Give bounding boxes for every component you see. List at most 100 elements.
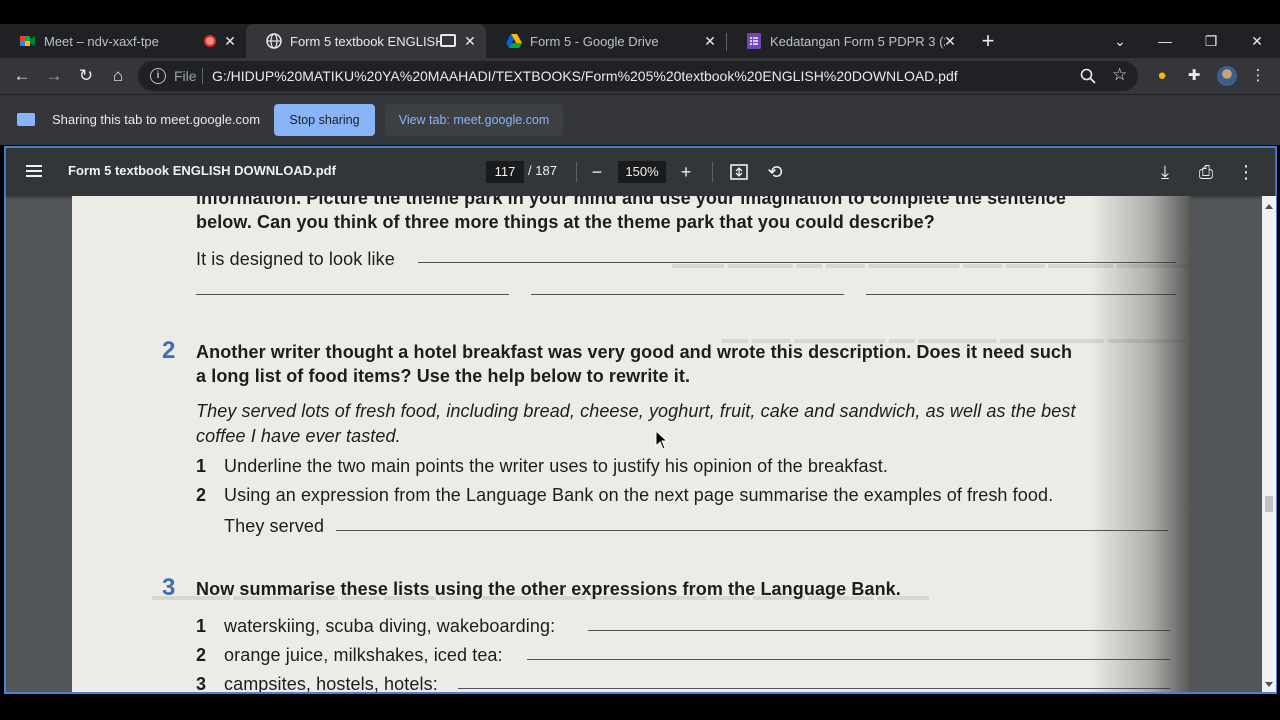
question-number: 2 (162, 337, 176, 364)
instruction-text: Underline the two main points the writer… (224, 456, 888, 476)
item-number: 2 (196, 645, 207, 665)
pdf-scrollbar[interactable] (1262, 196, 1276, 692)
extensions-puzzle-icon[interactable]: ✚ (1182, 64, 1206, 88)
home-icon[interactable]: ⌂ (106, 64, 130, 88)
reload-icon[interactable]: ↻ (74, 64, 98, 88)
tab-sharing-icon (440, 34, 456, 47)
tab-title: Form 5 textbook ENGLISH D (290, 33, 440, 49)
google-forms-icon (746, 33, 762, 49)
divider (202, 68, 203, 84)
info-icon[interactable]: i (150, 68, 166, 84)
url-text[interactable]: G:/HIDUP%20MATIKU%20YA%20MAAHADI/TEXTBOO… (212, 68, 958, 84)
question-heading: Another writer thought a hotel breakfast… (196, 342, 1073, 362)
item-number: 2 (196, 485, 207, 505)
tab-pdf[interactable]: Form 5 textbook ENGLISH D ✕ (246, 24, 486, 58)
tab-search-chevron-down-icon[interactable]: ⌄ (1100, 24, 1140, 58)
tab-drive[interactable]: Form 5 - Google Drive ✕ (486, 24, 726, 58)
item-number: 1 (196, 616, 207, 636)
tab-title: Form 5 - Google Drive (530, 33, 659, 49)
close-tab-icon[interactable]: ✕ (222, 33, 238, 49)
fit-to-page-icon[interactable] (727, 160, 751, 184)
page-count: 187 (535, 163, 557, 178)
google-meet-icon (20, 33, 36, 49)
view-tab-button[interactable]: View tab: meet.google.com (385, 104, 563, 136)
restore-icon[interactable]: ❐ (1191, 24, 1231, 58)
document-title: Form 5 textbook ENGLISH DOWNLOAD.pdf (68, 163, 336, 178)
browser-toolbar: ← → ↻ ⌂ i File G:/HIDUP%20MATIKU%20YA%20… (0, 58, 1280, 94)
google-drive-icon (506, 33, 522, 49)
tab-meet[interactable]: Meet – ndv-xaxf-tpe ✕ (0, 24, 246, 58)
list-item-text: orange juice, milkshakes, iced tea: (224, 645, 503, 665)
recording-indicator-icon (204, 35, 216, 47)
close-tab-icon[interactable]: ✕ (462, 33, 478, 49)
screen-share-icon (17, 113, 35, 126)
letterbox-bottom (0, 694, 1280, 720)
back-arrow-icon[interactable]: ← (10, 64, 34, 88)
download-icon[interactable]: ⤓ (1153, 160, 1177, 184)
new-tab-icon[interactable]: + (978, 29, 998, 53)
question-number: 3 (162, 574, 176, 601)
page-number-input[interactable]: 117 (486, 161, 524, 183)
tab-forms[interactable]: Kedatangan Form 5 PDPR 3 (24 O ✕ (726, 24, 966, 58)
divider (576, 162, 577, 182)
hamburger-menu-icon[interactable] (26, 162, 42, 182)
letterbox-top (0, 0, 1280, 24)
item-number: 3 (196, 674, 207, 692)
quoted-description: They served lots of fresh food, includin… (196, 401, 1076, 421)
page-text: information. Picture the theme park in y… (196, 196, 1066, 208)
answer-line (196, 294, 509, 295)
rotate-counterclockwise-icon[interactable]: ⟲ (763, 160, 787, 184)
scheme-label: File (174, 68, 197, 84)
profile-avatar[interactable] (1217, 66, 1237, 86)
question-heading: a long list of food items? Use the help … (196, 366, 691, 386)
zoom-magnifier-icon[interactable] (1080, 65, 1096, 89)
page-separator: / (528, 163, 532, 178)
quoted-description: coffee I have ever tasted. (196, 426, 401, 446)
scrollbar-thumb[interactable] (1265, 496, 1273, 512)
answer-line (588, 630, 1170, 631)
tab-title: Kedatangan Form 5 PDPR 3 (24 O (770, 33, 945, 49)
zoom-in-icon[interactable]: + (674, 160, 698, 184)
zoom-out-icon[interactable]: − (585, 160, 609, 184)
divider (712, 162, 713, 182)
close-window-icon[interactable]: ✕ (1237, 24, 1277, 58)
close-tab-icon[interactable]: ✕ (702, 33, 718, 49)
bookmark-star-icon[interactable]: ☆ (1112, 65, 1127, 85)
browser-menu-icon[interactable]: ⋮ (1246, 64, 1270, 88)
sharing-infobar: Sharing this tab to meet.google.com Stop… (0, 94, 1280, 145)
answer-line (418, 262, 1176, 263)
answer-line (336, 530, 1168, 531)
pdf-page: ▬▬▬▬ ▬▬▬▬▬ ▬▬ ▬▬▬ ▬▬▬▬▬▬▬ ▬▬▬ ▬▬▬ ▬▬▬▬▬ … (72, 196, 1190, 692)
page-text: below. Can you think of three more thing… (196, 212, 935, 232)
screen: Meet – ndv-xaxf-tpe ✕ Form 5 textbook EN… (0, 0, 1280, 720)
answer-line (531, 294, 844, 295)
minimize-icon[interactable]: — (1145, 24, 1185, 58)
answer-line (527, 659, 1170, 660)
extension-bulb-icon[interactable]: ● (1150, 64, 1174, 88)
print-icon[interactable]: ⎙ (1194, 160, 1218, 184)
scroll-down-arrow-icon[interactable] (1265, 682, 1273, 687)
scroll-up-arrow-icon[interactable] (1265, 204, 1273, 209)
item-number: 1 (196, 456, 207, 476)
sharing-message: Sharing this tab to meet.google.com (52, 112, 261, 127)
answer-prompt: They served (224, 516, 325, 536)
tab-strip: Meet – ndv-xaxf-tpe ✕ Form 5 textbook EN… (0, 24, 1280, 58)
globe-icon (266, 33, 282, 49)
list-item-text: campsites, hostels, hotels: (224, 674, 438, 692)
zoom-level-input[interactable]: 150% (618, 161, 666, 183)
close-tab-icon[interactable]: ✕ (942, 33, 958, 49)
address-bar[interactable]: i File G:/HIDUP%20MATIKU%20YA%20MAAHADI/… (138, 61, 1138, 91)
pdf-toolbar: Form 5 textbook ENGLISH DOWNLOAD.pdf 117… (6, 148, 1275, 196)
mouse-cursor-icon (655, 430, 669, 450)
page-text: It is designed to look like (196, 249, 395, 269)
instruction-text: Using an expression from the Language Ba… (224, 485, 1054, 505)
list-item-text: waterskiing, scuba diving, wakeboarding: (224, 616, 556, 636)
tab-title: Meet – ndv-xaxf-tpe (44, 33, 159, 49)
more-actions-icon[interactable]: ⋮ (1234, 160, 1258, 184)
answer-line (458, 688, 1170, 689)
page-curl-shadow (1090, 196, 1190, 692)
forward-arrow-icon[interactable]: → (42, 64, 66, 88)
page-total: / 187 (528, 163, 557, 178)
stop-sharing-button[interactable]: Stop sharing (274, 104, 375, 136)
question-heading: Now summarise these lists using the othe… (196, 579, 901, 599)
